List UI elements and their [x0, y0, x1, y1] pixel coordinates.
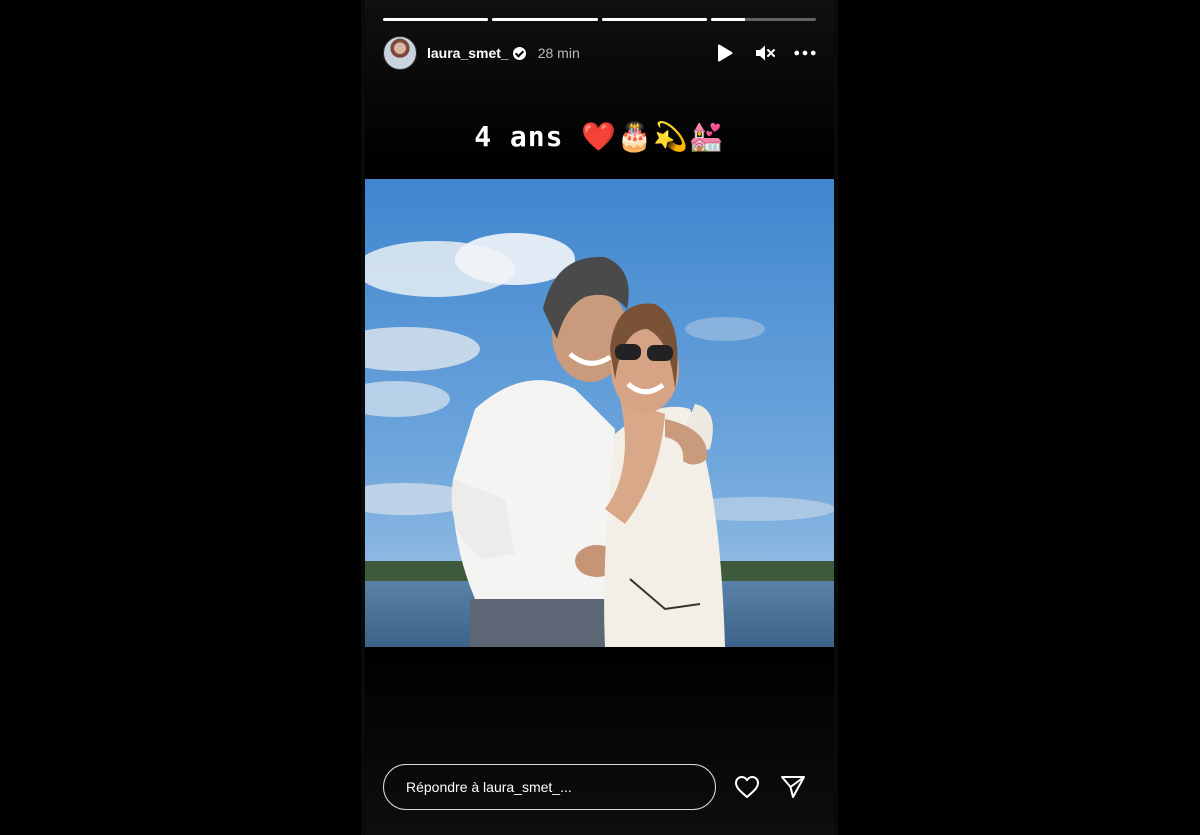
username-link[interactable]: laura_smet_ — [427, 45, 509, 61]
play-icon — [718, 44, 733, 62]
story-card: laura_smet_ 28 min 4 ans ❤️🎂💫💒 Répondre … — [365, 0, 834, 835]
progress-segment — [601, 18, 707, 21]
progress-fill — [601, 18, 707, 21]
story-photo — [365, 179, 834, 647]
post-time: 28 min — [537, 45, 580, 61]
more-options-button[interactable] — [794, 42, 816, 64]
verified-badge-icon — [512, 46, 526, 60]
story-progress — [383, 18, 816, 21]
story-viewer[interactable]: laura_smet_ 28 min 4 ans ❤️🎂💫💒 Répondre … — [361, 0, 838, 835]
caption-text: 4 ans — [474, 120, 564, 153]
viewer-background: laura_smet_ 28 min 4 ans ❤️🎂💫💒 Répondre … — [0, 0, 1200, 835]
couple-photo — [365, 179, 834, 647]
more-options-icon — [794, 50, 816, 56]
story-caption: 4 ans ❤️🎂💫💒 — [365, 120, 834, 153]
progress-segment — [710, 18, 816, 21]
progress-fill — [710, 18, 746, 21]
like-button[interactable] — [734, 774, 760, 800]
progress-fill — [492, 18, 598, 21]
progress-segment — [383, 18, 489, 21]
mute-button[interactable] — [754, 42, 776, 64]
reply-bar — [383, 763, 816, 811]
avatar[interactable] — [383, 36, 417, 70]
reply-actions — [734, 774, 806, 800]
heart-icon — [735, 776, 759, 798]
reply-input[interactable] — [383, 764, 716, 810]
progress-segment — [492, 18, 598, 21]
mute-icon — [756, 45, 775, 61]
caption-emojis: ❤️🎂💫💒 — [581, 120, 725, 153]
send-icon — [781, 776, 805, 798]
play-button[interactable] — [714, 42, 736, 64]
story-header: laura_smet_ 28 min — [383, 35, 816, 71]
share-button[interactable] — [780, 774, 806, 800]
header-actions — [714, 42, 816, 64]
progress-fill — [383, 18, 489, 21]
